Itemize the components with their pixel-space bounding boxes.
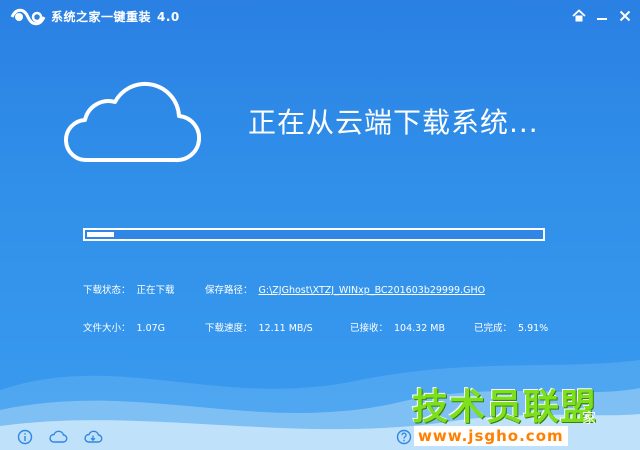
title-bar: 系统之家一键重装 4.0 [0, 0, 640, 34]
home-icon[interactable] [570, 7, 588, 25]
completed: 已完成： 5.91% [474, 320, 548, 334]
received: 已接收： 104.32 MB [350, 320, 445, 334]
close-icon[interactable] [616, 7, 634, 25]
save-path: 保存路径： G:\ZJGhost\XTZJ_WINxp_BC201603b2999… [205, 282, 485, 296]
logo-icon [10, 8, 46, 26]
installer-window: 系统之家一键重装 4.0 正在从云端下载系统... 下载状态： 正在下载 保存路径：… [0, 0, 640, 450]
watermark-brand: 技术员联盟 [412, 387, 598, 428]
progress-fill [87, 232, 114, 237]
watermark-tail: 家 [582, 411, 596, 427]
cloud-icon[interactable] [48, 429, 68, 445]
cloud-icon-large [63, 81, 201, 163]
completed-value: 5.91% [518, 323, 549, 334]
progress-bar [83, 228, 545, 241]
help-icon[interactable] [396, 429, 412, 445]
app-name: 系统之家一键重装 [51, 10, 152, 24]
file-size: 文件大小： 1.07G [83, 320, 165, 334]
info-icon[interactable] [17, 429, 33, 445]
minimize-icon[interactable] [593, 7, 611, 25]
download-speed: 下载速度： 12.11 MB/S [205, 320, 313, 334]
received-label: 已接收： [350, 323, 389, 334]
file-size-value: 1.07G [136, 323, 166, 334]
completed-label: 已完成： [474, 323, 513, 334]
received-value: 104.32 MB [394, 323, 445, 334]
cloud-download-icon[interactable] [83, 429, 103, 445]
download-state: 下载状态： 正在下载 [83, 282, 175, 296]
file-size-label: 文件大小： [83, 323, 131, 334]
watermark-url: www.jsgho.com [414, 426, 568, 446]
app-version: 4.0 [157, 10, 180, 24]
download-speed-label: 下载速度： [205, 323, 253, 334]
app-title: 系统之家一键重装 4.0 [51, 8, 180, 25]
download-state-value: 正在下载 [136, 285, 175, 296]
save-path-label: 保存路径： [205, 285, 253, 296]
download-state-label: 下载状态： [83, 285, 131, 296]
save-path-link[interactable]: G:\ZJGhost\XTZJ_WINxp_BC201603b29999.GHO [259, 285, 486, 296]
download-speed-value: 12.11 MB/S [258, 323, 313, 334]
status-headline: 正在从云端下载系统... [248, 106, 539, 139]
